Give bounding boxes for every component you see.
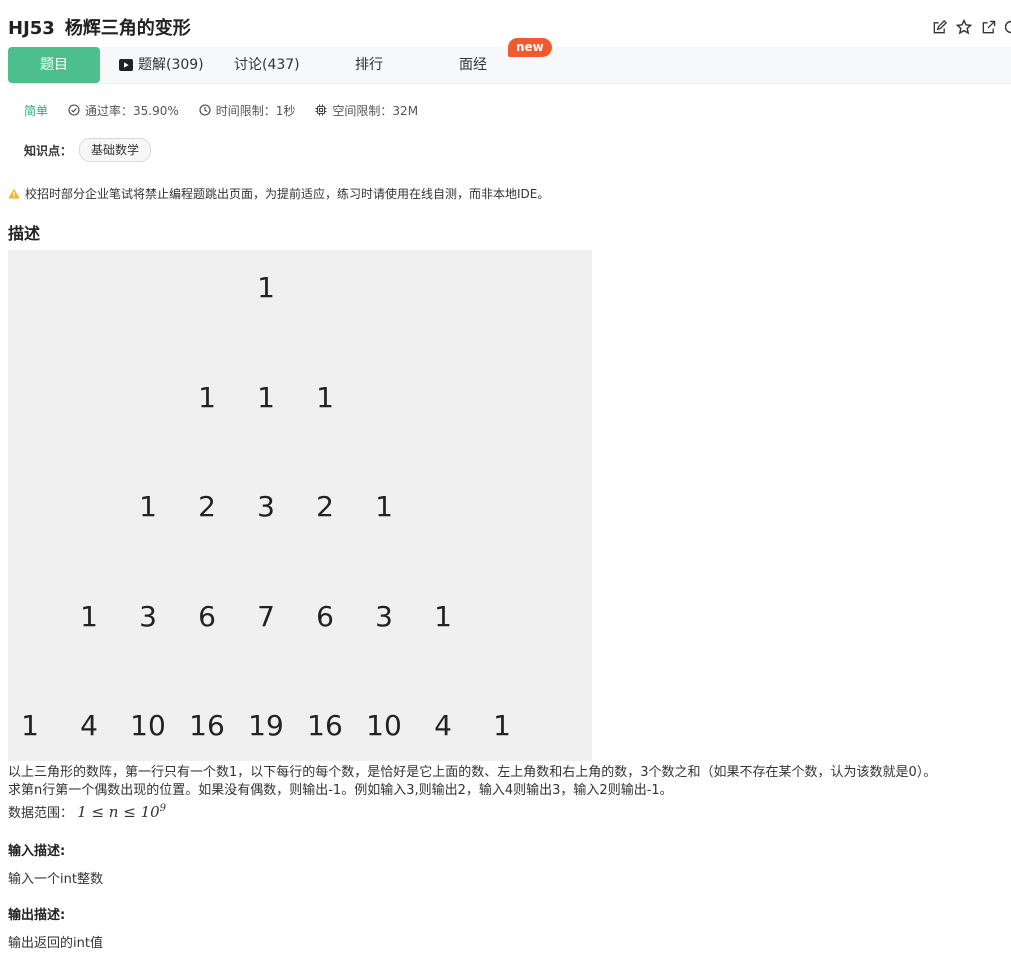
- clock-icon: [199, 104, 211, 116]
- knowledge-points: 知识点： 基础数学: [24, 138, 152, 162]
- triangle-number: 1: [434, 599, 452, 633]
- data-range-label: 数据范围：: [8, 806, 74, 821]
- knowledge-tag[interactable]: 基础数学: [79, 138, 152, 162]
- share-icon[interactable]: [981, 20, 996, 35]
- knowledge-label: 知识点：: [24, 143, 73, 158]
- triangle-number: 3: [139, 599, 157, 633]
- pass-rate: 通过率：35.90%: [68, 102, 179, 119]
- chip-icon: [315, 104, 327, 116]
- tab-interview[interactable]: 面经: [459, 47, 487, 83]
- tab-interview-label: 面经: [459, 57, 487, 73]
- description-heading: 描述: [8, 224, 41, 243]
- input-text: 输入一个int整数: [8, 872, 103, 887]
- triangle-number: 4: [434, 709, 452, 742]
- data-range-exponent: 9: [159, 803, 167, 814]
- tab-problem[interactable]: 题目: [8, 47, 100, 83]
- triangle-number: 1: [198, 380, 216, 414]
- description-line-2: 求第n行第一个偶数出现的位置。如果没有偶数，则输出-1。例如输入3,则输出2，输…: [8, 783, 673, 798]
- description-line-1: 以上三角形的数阵，第一行只有一个数1，以下每行的每个数，是恰好是它上面的数、左上…: [8, 765, 937, 780]
- tab-discussion-label: 讨论(437): [234, 57, 300, 73]
- triangle-number: 16: [189, 709, 225, 742]
- star-icon[interactable]: [956, 19, 972, 35]
- triangle-image: 1 1 1 1 1 2 3 2 1 1 3 6 7 6 3 1 1 4 10 16 19 16 10 4 1: [8, 250, 592, 761]
- triangle-number: 1: [80, 599, 98, 633]
- triangle-number: 1: [375, 490, 393, 523]
- warning-text: 校招时部分企业笔试将禁止编程题跳出页面，为提前适应，练习时请使用在线自测，而非本…: [25, 187, 550, 201]
- tab-discussion[interactable]: 讨论(437): [234, 47, 300, 83]
- problem-meta: 简单 通过率：35.90% 时间限制：1秒 空间限制：32M: [24, 101, 438, 119]
- check-circle-icon: [68, 104, 80, 116]
- tab-solutions-label: 题解(309): [138, 57, 204, 73]
- video-icon: [119, 49, 133, 85]
- edit-icon[interactable]: [932, 19, 947, 35]
- tab-problem-label: 题目: [40, 57, 68, 73]
- problem-code: HJ53: [8, 18, 55, 39]
- triangle-number: 10: [130, 709, 166, 742]
- exam-warning: 校招时部分企业笔试将禁止编程题跳出页面，为提前适应，练习时请使用在线自测，而非本…: [8, 185, 549, 202]
- data-range-expression: 1 ≤ n ≤ 10: [77, 803, 160, 821]
- triangle-number: 7: [257, 599, 275, 633]
- tab-ranking[interactable]: 排行: [355, 47, 383, 83]
- space-limit-text: 空间限制：32M: [332, 103, 419, 118]
- space-limit: 空间限制：32M: [315, 102, 418, 119]
- triangle-number: 3: [257, 490, 275, 523]
- triangle-number: 6: [198, 599, 216, 633]
- triangle-number: 1: [139, 490, 157, 523]
- triangle-number: 16: [307, 709, 343, 742]
- triangle-number: 2: [198, 490, 216, 523]
- description-text: 以上三角形的数阵，第一行只有一个数1，以下每行的每个数，是恰好是它上面的数、左上…: [8, 764, 1008, 823]
- triangle-number: 1: [257, 380, 275, 414]
- time-limit-text: 时间限制：1秒: [215, 103, 296, 118]
- triangle-number: 1: [257, 271, 275, 304]
- data-range-math: 1 ≤ n ≤ 109: [77, 803, 166, 821]
- triangle-number: 6: [316, 599, 334, 633]
- triangle-number: 4: [80, 709, 98, 742]
- pass-rate-text: 通过率：35.90%: [85, 103, 179, 118]
- data-range: 数据范围： 1 ≤ n ≤ 109: [8, 800, 1008, 823]
- triangle-number: 1: [493, 709, 511, 742]
- triangle-number: 19: [248, 709, 284, 742]
- title-actions: [932, 18, 1011, 36]
- new-badge: new: [508, 38, 552, 57]
- output-heading: 输出描述:: [8, 908, 66, 923]
- triangle-number: 1: [21, 709, 39, 742]
- warning-icon: [8, 188, 20, 199]
- triangle-number: 3: [375, 599, 393, 633]
- input-heading: 输入描述:: [8, 844, 66, 859]
- tab-ranking-label: 排行: [355, 57, 383, 73]
- tab-solutions[interactable]: 题解(309): [119, 47, 204, 83]
- triangle-number: 2: [316, 490, 334, 523]
- triangle-number: 1: [316, 380, 334, 414]
- more-icon[interactable]: [1005, 19, 1011, 35]
- triangle-number: 10: [366, 709, 402, 742]
- problem-name: 杨辉三角的变形: [64, 18, 191, 39]
- time-limit: 时间限制：1秒: [199, 102, 296, 119]
- difficulty-label: 简单: [24, 103, 49, 118]
- problem-title: HJ53 杨辉三角的变形: [8, 14, 191, 40]
- output-text: 输出返回的int值: [8, 936, 103, 951]
